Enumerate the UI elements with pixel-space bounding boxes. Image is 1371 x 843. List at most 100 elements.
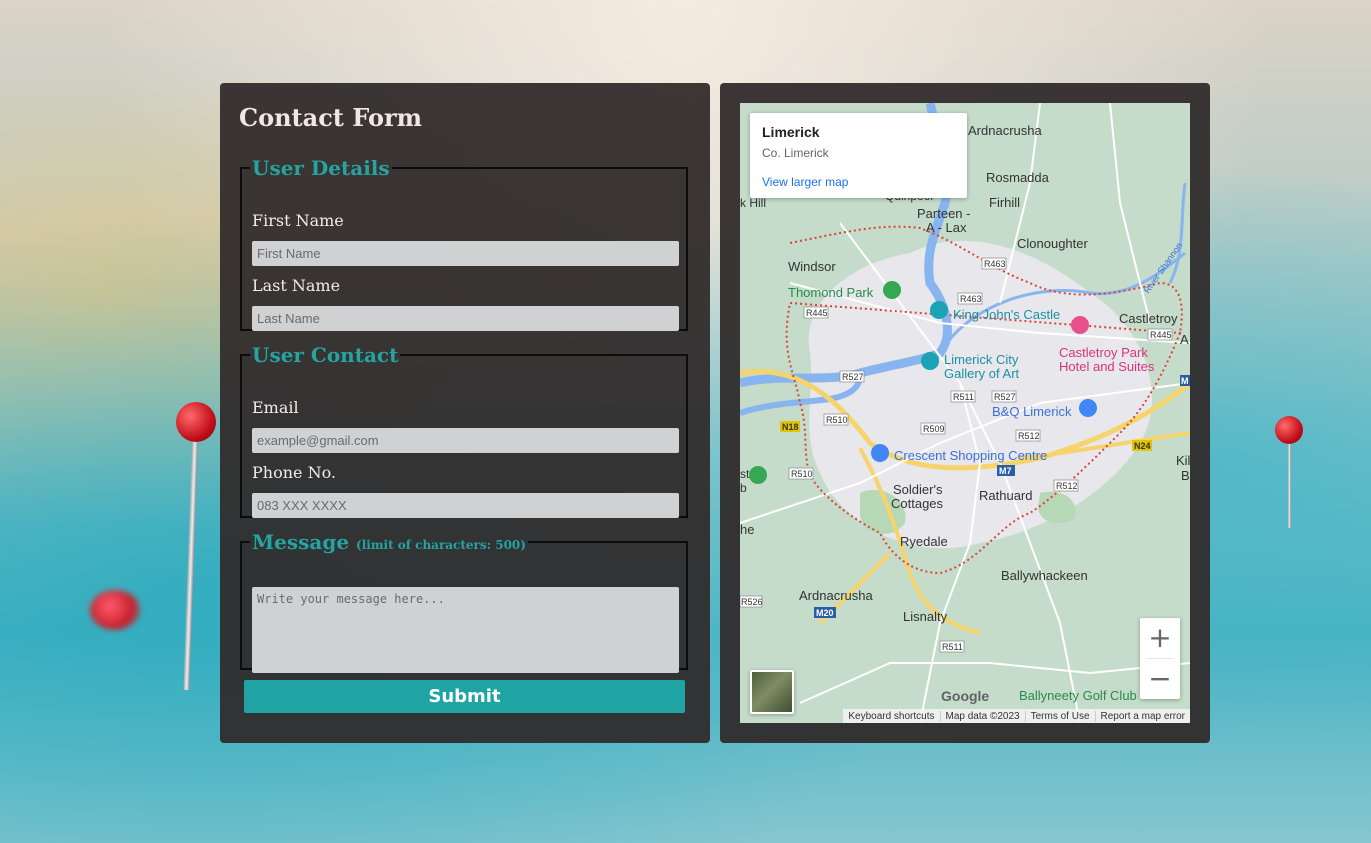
- road-label: N24: [1134, 441, 1151, 451]
- first-name-field[interactable]: [252, 241, 679, 266]
- message-fieldset: Message (limit of characters: 500): [240, 530, 688, 673]
- place-info-card: Limerick Co. Limerick View larger map: [750, 113, 967, 198]
- place-label: Ballywhackeen: [1001, 568, 1088, 583]
- last-name-field[interactable]: [252, 306, 679, 331]
- red-pin-head: [176, 402, 216, 442]
- road-label: R511: [942, 642, 963, 652]
- place-label: Parteen -: [917, 206, 970, 221]
- place-label: Clonoughter: [1017, 236, 1088, 251]
- place-label: Gallery of Art: [944, 366, 1020, 381]
- river-east: [1168, 182, 1187, 284]
- place-label: Limerick City: [944, 352, 1019, 367]
- report-map-error-link[interactable]: Report a map error: [1094, 710, 1190, 722]
- phone-label: Phone No.: [252, 463, 336, 482]
- phone-field[interactable]: [252, 493, 679, 518]
- satellite-toggle-button[interactable]: [750, 670, 794, 714]
- road-label: R527: [994, 392, 1016, 402]
- place-label: Windsor: [788, 259, 836, 274]
- place-label: Cottages: [891, 496, 944, 511]
- place-label: Ryedale: [900, 534, 948, 549]
- road-label: R463: [960, 294, 982, 304]
- email-field[interactable]: [252, 428, 679, 453]
- zoom-control: + −: [1140, 618, 1180, 699]
- place-label: Ardnacrusha: [968, 123, 1042, 138]
- castletroy-park-marker: [1071, 316, 1089, 334]
- place-label: Ardnacrusha: [799, 588, 873, 603]
- view-larger-map-link[interactable]: View larger map: [762, 175, 848, 189]
- road-label: R512: [1056, 481, 1078, 491]
- user-details-fieldset: User Details First Name Last Name: [240, 156, 688, 331]
- user-contact-fieldset: User Contact Email Phone No.: [240, 343, 688, 518]
- message-limit-hint: (limit of characters: 500): [356, 538, 526, 552]
- place-label: Soldier's: [893, 482, 943, 497]
- place-label: Castletroy: [1119, 311, 1178, 326]
- embedded-map[interactable]: Ardnacrusha Rosmadda Firhill Quinpool Pa…: [740, 103, 1190, 723]
- road-label: R527: [842, 372, 864, 382]
- message-legend-text: Message: [252, 530, 350, 554]
- red-pin-head-right: [1275, 416, 1303, 444]
- email-label: Email: [252, 398, 299, 417]
- place-title: Limerick: [762, 124, 820, 140]
- place-label: Ballyneety Golf Club: [1019, 688, 1137, 703]
- road-label: N18: [782, 422, 799, 432]
- road-label: R510: [791, 469, 813, 479]
- place-label: Lisnalty: [903, 609, 948, 624]
- place-label: Rosmadda: [986, 170, 1050, 185]
- bq-limerick-marker: [1079, 399, 1097, 417]
- place-label: Rathuard: [979, 488, 1032, 503]
- king-johns-castle-marker: [930, 301, 948, 319]
- pin-stick: [183, 429, 199, 691]
- submit-button[interactable]: Submit: [244, 680, 685, 713]
- form-title: Contact Form: [239, 103, 423, 132]
- place-label: b: [740, 481, 747, 495]
- road-label: M: [1181, 376, 1189, 386]
- place-label: k Hill: [740, 196, 766, 210]
- thomond-park-marker: [883, 281, 901, 299]
- road-label: R445: [806, 308, 828, 318]
- road-label: M20: [816, 608, 834, 618]
- road-label: R512: [1018, 431, 1040, 441]
- keyboard-shortcuts-link[interactable]: Keyboard shortcuts: [843, 711, 939, 722]
- message-textarea[interactable]: [252, 587, 679, 673]
- road-label: R445: [1150, 330, 1172, 340]
- place-label: st: [740, 467, 750, 481]
- pin-stick-right: [1288, 438, 1291, 528]
- terms-of-use-link[interactable]: Terms of Use: [1024, 710, 1095, 722]
- message-legend: Message (limit of characters: 500): [250, 530, 528, 554]
- place-label: A - Lax: [926, 220, 967, 235]
- map-attribution-bar: Keyboard shortcuts Map data ©2023 Terms …: [843, 709, 1190, 723]
- map-data-text: Map data ©2023: [939, 710, 1025, 722]
- road-label: R463: [984, 259, 1006, 269]
- contact-form-panel: Contact Form User Details First Name Las…: [220, 83, 710, 743]
- place-label: Crescent Shopping Centre: [894, 448, 1047, 463]
- zoom-in-button[interactable]: +: [1140, 618, 1180, 658]
- map-panel: Ardnacrusha Rosmadda Firhill Quinpool Pa…: [720, 83, 1210, 743]
- place-label: Hotel and Suites: [1059, 359, 1155, 374]
- red-pin-head-blurred: [90, 590, 140, 630]
- place-label: Castletroy Park: [1059, 345, 1148, 360]
- road-label: R526: [741, 597, 763, 607]
- user-contact-legend: User Contact: [252, 343, 399, 367]
- place-label: Thomond Park: [788, 285, 874, 300]
- place-label: B&Q Limerick: [992, 404, 1072, 419]
- road-label: R510: [826, 415, 848, 425]
- place-label: A: [1180, 332, 1189, 347]
- zoom-out-button[interactable]: −: [1140, 659, 1180, 699]
- river-label: River Shannon: [1142, 241, 1184, 296]
- place-subtitle: Co. Limerick: [762, 146, 829, 160]
- crescent-shopping-marker: [871, 444, 889, 462]
- last-name-label: Last Name: [252, 276, 341, 295]
- place-label: King John's Castle: [953, 307, 1060, 322]
- first-name-label: First Name: [252, 211, 344, 230]
- green-marker: [749, 466, 767, 484]
- road-label: R509: [923, 424, 945, 434]
- user-details-legend: User Details: [252, 156, 390, 180]
- place-label: Kil: [1176, 453, 1190, 468]
- limerick-gallery-marker: [921, 352, 939, 370]
- place-label: Firhill: [989, 195, 1020, 210]
- road-label: R511: [953, 392, 974, 402]
- road-label: M7: [999, 466, 1012, 476]
- place-label: he: [740, 522, 754, 537]
- place-label: B: [1181, 468, 1190, 483]
- google-logo: Google: [941, 688, 990, 704]
